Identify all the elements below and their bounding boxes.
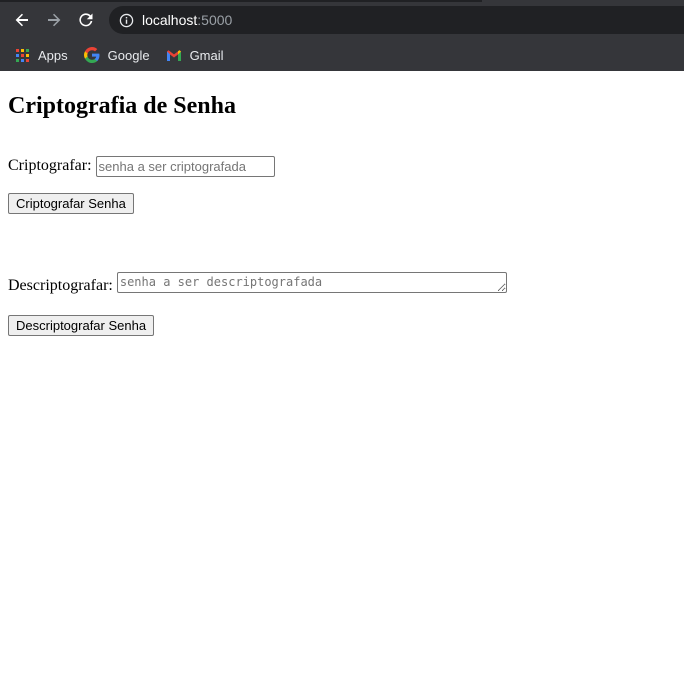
- info-icon[interactable]: [118, 12, 134, 28]
- gmail-icon: [166, 47, 182, 63]
- bookmark-label: Apps: [38, 47, 68, 63]
- encrypt-row: Criptografar:: [8, 155, 676, 177]
- page-content: Criptografia de Senha Criptografar: Crip…: [0, 92, 684, 336]
- decrypt-button[interactable]: Descriptografar Senha: [8, 315, 155, 336]
- address-bar[interactable]: localhost:5000: [109, 6, 684, 34]
- browser-chrome: localhost:5000 Apps Google Gmail: [0, 0, 684, 71]
- page-title: Criptografia de Senha: [8, 93, 236, 119]
- reload-button[interactable]: [74, 8, 98, 32]
- bookmarks-bar: Apps Google Gmail: [0, 40, 684, 70]
- back-button[interactable]: [10, 8, 34, 32]
- forward-button[interactable]: [42, 8, 66, 32]
- decrypt-label: Descriptografar:: [8, 277, 113, 294]
- decrypt-textarea[interactable]: [116, 272, 507, 293]
- forward-arrow-icon: [48, 13, 61, 27]
- encrypt-label: Criptografar:: [8, 157, 92, 174]
- bookmark-gmail[interactable]: Gmail: [166, 47, 224, 63]
- reload-icon: [79, 13, 93, 27]
- bookmark-google[interactable]: Google: [83, 47, 150, 63]
- apps-grid-icon: [14, 47, 30, 63]
- decrypt-row: Descriptografar:: [8, 269, 676, 295]
- bookmark-label: Google: [107, 47, 150, 63]
- encrypt-input[interactable]: [95, 155, 275, 177]
- url-port: :5000: [197, 12, 233, 28]
- url-host: localhost: [142, 12, 198, 28]
- browser-toolbar: localhost:5000: [0, 0, 684, 40]
- encrypt-button[interactable]: Criptografar Senha: [8, 193, 134, 214]
- bookmark-apps[interactable]: Apps: [14, 47, 68, 63]
- google-icon: [83, 47, 100, 63]
- bookmark-label: Gmail: [189, 47, 224, 63]
- url-text: localhost:5000: [142, 12, 232, 28]
- back-arrow-icon: [15, 13, 28, 27]
